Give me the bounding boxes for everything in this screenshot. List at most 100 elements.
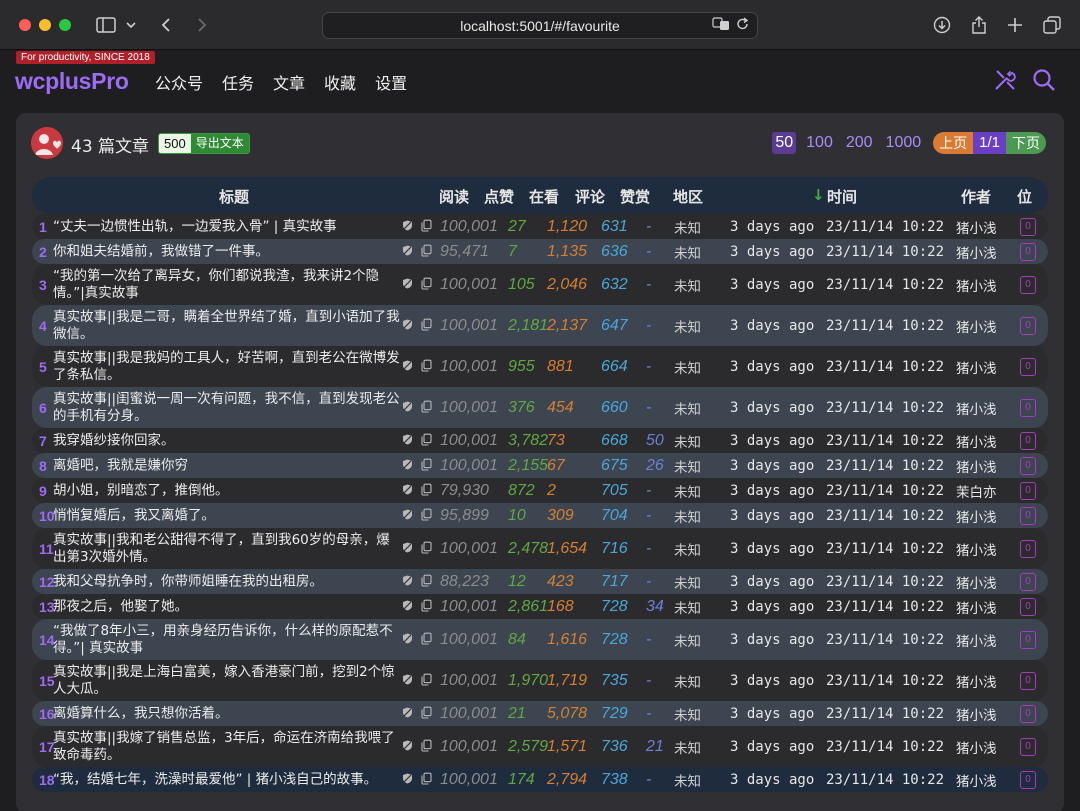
article-title-link[interactable]: 真实故事||我是二哥，瞒着全世界结了婚，直到小语加了我微信。	[53, 309, 403, 343]
page-size-1000[interactable]: 1000	[883, 132, 925, 154]
table-row[interactable]: 13 那夜之后，他娶了她。 100,001 2,861 168 728 34 未知 3 days…	[32, 594, 1048, 619]
copy-icon[interactable]	[421, 739, 432, 754]
close-window-button[interactable]	[19, 19, 31, 31]
shield-icon[interactable]	[402, 707, 413, 721]
table-row[interactable]: 4 真实故事||我是二哥，瞒着全世界结了婚，直到小语加了我微信。 100,001 2,…	[32, 305, 1048, 346]
translate-icon[interactable]	[712, 17, 730, 34]
nav-item-favourites[interactable]: 收藏	[324, 70, 356, 94]
col-reward[interactable]: 赞赏	[620, 186, 650, 207]
copy-icon[interactable]	[421, 458, 432, 473]
col-comment[interactable]: 评论	[575, 186, 605, 207]
table-row[interactable]: 17 真实故事||我嫁了销售总监，3年后，命运在济南给我喂了致命毒药。 100,00…	[32, 726, 1048, 767]
article-title-link[interactable]: 你和姐夫结婚前，我做错了一件事。	[53, 243, 403, 260]
article-title-link[interactable]: “我做了8年小三，用亲身经历告诉你，什么样的原配惹不得。”| 真实故事	[53, 623, 403, 657]
col-region[interactable]: 地区	[673, 186, 703, 207]
article-title-link[interactable]: 我和父母抗争时，你带师姐睡在我的出租房。	[53, 573, 403, 590]
table-row[interactable]: 3 “我的第一次给了离异女，你们都说我渣，我来讲2个隐情。”|真实故事 100,00…	[32, 264, 1048, 305]
chevron-down-icon[interactable]	[124, 13, 138, 37]
article-title-link[interactable]: 我穿婚纱接你回家。	[53, 432, 403, 449]
table-row[interactable]: 1 “丈夫一边惯性出轨，一边爱我入骨” | 真实故事 100,001 27 1,120 6…	[32, 214, 1048, 239]
tabs-icon[interactable]	[1042, 13, 1062, 37]
copy-icon[interactable]	[421, 632, 432, 647]
share-icon[interactable]	[969, 13, 989, 37]
shield-icon[interactable]	[402, 542, 413, 556]
shield-icon[interactable]	[402, 459, 413, 473]
shield-icon[interactable]	[402, 773, 413, 787]
page-size-200[interactable]: 200	[843, 132, 876, 154]
copy-icon[interactable]	[421, 318, 432, 333]
next-page-button[interactable]: 下页	[1006, 132, 1046, 154]
copy-icon[interactable]	[421, 772, 432, 787]
col-position[interactable]: 位	[1017, 186, 1032, 207]
shield-icon[interactable]	[402, 434, 413, 448]
col-author[interactable]: 作者	[961, 186, 991, 207]
article-title-link[interactable]: 真实故事||我和老公甜得不得了，直到我60岁的母亲，爆出第3次婚外情。	[53, 532, 403, 566]
col-like[interactable]: 点赞	[484, 186, 514, 207]
article-title-link[interactable]: 真实故事||我是上海白富美，嫁入香港豪门前，挖到2个惊人大瓜。	[53, 664, 403, 698]
shield-icon[interactable]	[402, 633, 413, 647]
article-title-link[interactable]: 胡小姐，别暗恋了，推倒他。	[53, 482, 403, 499]
search-icon[interactable]	[1032, 68, 1056, 92]
article-title-link[interactable]: “我的第一次给了离异女，你们都说我渣，我来讲2个隐情。”|真实故事	[53, 268, 403, 302]
shield-icon[interactable]	[402, 575, 413, 589]
article-title-link[interactable]: “我，结婚七年，洗澡时最爱他” | 猪小浅自己的故事。	[53, 771, 403, 788]
export-text-button[interactable]: 500 导出文本	[158, 133, 250, 154]
article-title-link[interactable]: 真实故事||闺蜜说一周一次有问题，我不信，直到发现老公的手机有分身。	[53, 391, 403, 425]
shield-icon[interactable]	[402, 674, 413, 688]
article-title-link[interactable]: 真实故事||我是我妈的工具人，好苦啊，直到老公在微博发了条私信。	[53, 350, 403, 384]
page-size-100[interactable]: 100	[803, 132, 836, 154]
table-row[interactable]: 16 离婚算什么，我只想你活着。 100,001 21 5,078 729- 未知 3 day…	[32, 701, 1048, 726]
copy-icon[interactable]	[421, 574, 432, 589]
forward-icon[interactable]	[194, 13, 210, 37]
tools-icon[interactable]	[993, 68, 1017, 92]
shield-icon[interactable]	[402, 319, 413, 333]
shield-icon[interactable]	[402, 401, 413, 415]
article-title-link[interactable]: “丈夫一边惯性出轨，一边爱我入骨” | 真实故事	[53, 218, 403, 235]
nav-item-settings[interactable]: 设置	[375, 70, 407, 94]
shield-icon[interactable]	[402, 220, 413, 234]
article-title-link[interactable]: 离婚算什么，我只想你活着。	[53, 705, 403, 722]
copy-icon[interactable]	[421, 277, 432, 292]
col-read[interactable]: 阅读	[439, 186, 469, 207]
col-seen[interactable]: 在看	[529, 186, 559, 207]
shield-icon[interactable]	[402, 509, 413, 523]
shield-icon[interactable]	[402, 600, 413, 614]
copy-icon[interactable]	[421, 599, 432, 614]
copy-icon[interactable]	[421, 673, 432, 688]
download-icon[interactable]	[932, 13, 952, 37]
nav-item-accounts[interactable]: 公众号	[155, 70, 203, 94]
table-row[interactable]: 6 真实故事||闺蜜说一周一次有问题，我不信，直到发现老公的手机有分身。 100,0…	[32, 387, 1048, 428]
zoom-window-button[interactable]	[59, 19, 71, 31]
table-row[interactable]: 7 我穿婚纱接你回家。 100,001 3,782 73 668 50 未知 3 days ag…	[32, 428, 1048, 453]
nav-item-articles[interactable]: 文章	[273, 70, 305, 94]
table-row[interactable]: 11 真实故事||我和老公甜得不得了，直到我60岁的母亲，爆出第3次婚外情。 100…	[32, 528, 1048, 569]
copy-icon[interactable]	[421, 359, 432, 374]
sidebar-icon[interactable]	[95, 13, 117, 37]
table-row[interactable]: 9 胡小姐，别暗恋了，推倒他。 79,930 872 2 705- 未知 3 days ago…	[32, 478, 1048, 503]
table-row[interactable]: 2 你和姐夫结婚前，我做错了一件事。 95,471 7 1,135 636- 未知 3 day…	[32, 239, 1048, 264]
app-logo[interactable]: wcplusPro	[15, 68, 129, 95]
table-row[interactable]: 5 真实故事||我是我妈的工具人，好苦啊，直到老公在微博发了条私信。 100,001…	[32, 346, 1048, 387]
back-icon[interactable]	[158, 13, 174, 37]
plus-icon[interactable]	[1005, 13, 1025, 37]
nav-item-tasks[interactable]: 任务	[222, 70, 254, 94]
table-row[interactable]: 10 悄悄复婚后，我又离婚了。 95,899 10 309 704- 未知 3 days ag…	[32, 503, 1048, 528]
table-row[interactable]: 12 我和父母抗争时，你带师姐睡在我的出租房。 88,223 12 423 717- 未知 3…	[32, 569, 1048, 594]
address-bar[interactable]: localhost:5001/#/favourite	[322, 12, 758, 39]
col-time[interactable]: 时间	[827, 186, 857, 207]
copy-icon[interactable]	[421, 244, 432, 259]
shield-icon[interactable]	[402, 245, 413, 259]
article-title-link[interactable]: 真实故事||我嫁了销售总监，3年后，命运在济南给我喂了致命毒药。	[53, 730, 403, 764]
table-row[interactable]: 15 真实故事||我是上海白富美，嫁入香港豪门前，挖到2个惊人大瓜。 100,001…	[32, 660, 1048, 701]
prev-page-button[interactable]: 上页	[933, 132, 974, 154]
minimize-window-button[interactable]	[39, 19, 51, 31]
copy-icon[interactable]	[421, 219, 432, 234]
reload-icon[interactable]	[736, 17, 749, 34]
shield-icon[interactable]	[402, 484, 413, 498]
table-row[interactable]: 14 “我做了8年小三，用亲身经历告诉你，什么样的原配惹不得。”| 真实故事 100…	[32, 619, 1048, 660]
shield-icon[interactable]	[402, 360, 413, 374]
copy-icon[interactable]	[421, 483, 432, 498]
copy-icon[interactable]	[421, 433, 432, 448]
shield-icon[interactable]	[402, 278, 413, 292]
col-title[interactable]: 标题	[219, 186, 249, 207]
